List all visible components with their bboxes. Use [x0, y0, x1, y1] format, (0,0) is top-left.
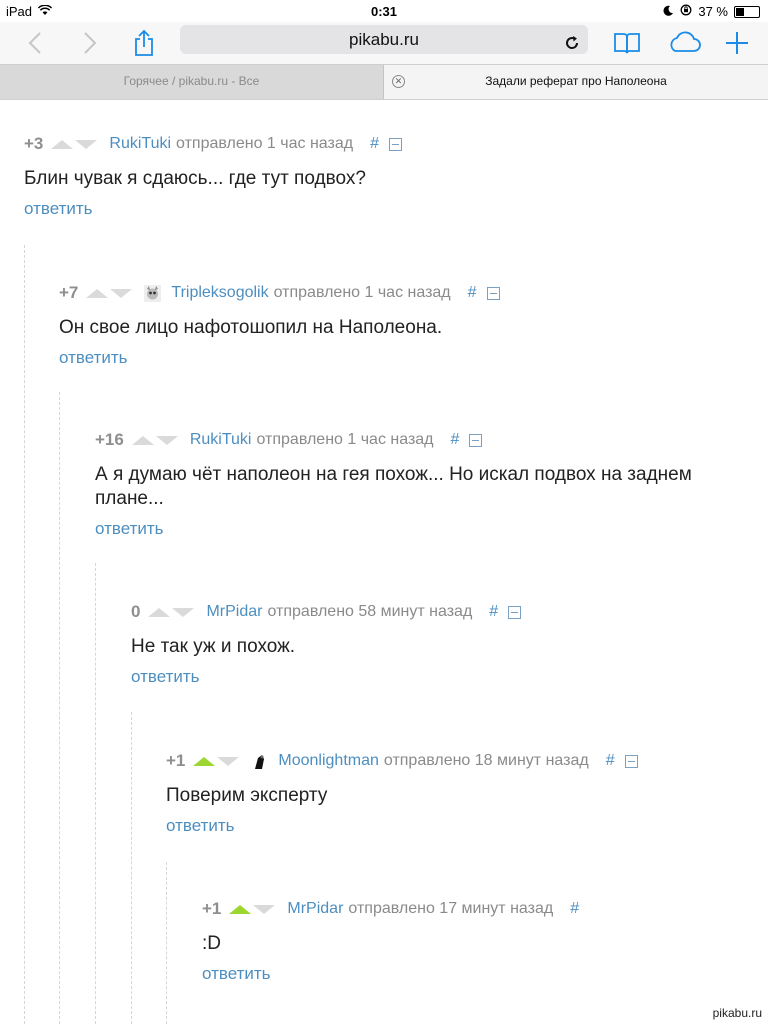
comment-meta: +3 RukiTuki отправлено 1 час назад # — [24, 134, 744, 154]
comment-time: отправлено 1 час назад — [256, 431, 434, 448]
battery-percent: 37 % — [698, 4, 728, 19]
reply-link[interactable]: ответить — [24, 199, 93, 219]
comment-meta: +7 Tripleksogolik отправлено 1 час назад… — [59, 283, 739, 303]
rotation-lock-icon — [680, 4, 692, 19]
reply-link[interactable]: ответить — [95, 519, 164, 539]
comment-permalink[interactable]: # — [606, 752, 615, 770]
comment-rating: +7 — [59, 283, 79, 302]
thread-line — [95, 563, 96, 1024]
upvote-icon[interactable] — [51, 139, 74, 149]
comment-permalink[interactable]: # — [451, 431, 460, 449]
comment-text: Он свое лицо нафотошопил на Наполеона. — [59, 317, 443, 338]
tab-title: Горячее / pikabu.ru - Все — [123, 74, 260, 88]
comment-text: Поверим эксперту — [166, 785, 328, 806]
comment-author[interactable]: MrPidar — [287, 900, 343, 918]
comment-rating: +16 — [95, 430, 124, 449]
thread-line — [59, 392, 60, 1024]
comment-time: отправлено 1 час назад — [273, 284, 451, 301]
comment: +1 Moonlightman отправлено 18 минут наза… — [166, 751, 756, 836]
clock: 0:31 — [370, 4, 398, 19]
avatar[interactable] — [251, 752, 269, 770]
address-text: pikabu.ru — [349, 30, 419, 49]
downvote-icon[interactable] — [75, 139, 98, 149]
comment-permalink[interactable]: # — [570, 900, 579, 918]
comment-author[interactable]: Tripleksogolik — [171, 284, 268, 302]
back-button[interactable] — [20, 22, 50, 64]
collapse-icon[interactable] — [508, 605, 522, 619]
reply-link[interactable]: ответить — [166, 816, 235, 836]
tab-title: Задали реферат про Наполеона — [485, 74, 667, 88]
comment-rating: +1 — [202, 899, 222, 918]
collapse-icon[interactable] — [486, 286, 500, 300]
comment-permalink[interactable]: # — [370, 135, 379, 153]
reply-link[interactable]: ответить — [131, 667, 200, 687]
comment-permalink[interactable]: # — [489, 603, 498, 621]
comment: +7 Tripleksogolik отправлено 1 час назад… — [59, 283, 739, 368]
tab-active[interactable]: ✕ Задали реферат про Наполеона — [384, 65, 768, 99]
downvote-icon[interactable] — [253, 904, 276, 914]
comment-meta: 0 MrPidar отправлено 58 минут назад # — [131, 602, 741, 622]
comment-rating: +1 — [166, 751, 186, 770]
comment-text: :D — [202, 933, 221, 954]
comment: +3 RukiTuki отправлено 1 час назад # Бли… — [24, 134, 744, 219]
reload-icon[interactable] — [564, 31, 580, 60]
comment-meta: +1 Moonlightman отправлено 18 минут наза… — [166, 751, 756, 771]
comment: 0 MrPidar отправлено 58 минут назад # Не… — [131, 602, 741, 687]
close-tab-icon[interactable]: ✕ — [392, 75, 405, 88]
comment: +1 MrPidar отправлено 17 минут назад # :… — [202, 899, 752, 984]
thread-line — [24, 245, 25, 1024]
bookmarks-button[interactable] — [610, 22, 644, 64]
collapse-icon[interactable] — [624, 754, 638, 768]
comment-author[interactable]: RukiTuki — [109, 135, 171, 153]
downvote-icon[interactable] — [110, 288, 133, 298]
comment-text: Не так уж и похож. — [131, 636, 296, 657]
comment: +16 RukiTuki отправлено 1 час назад # А … — [95, 430, 745, 539]
battery-icon — [734, 5, 760, 18]
upvote-icon[interactable] — [148, 607, 171, 617]
comment-permalink[interactable]: # — [468, 284, 477, 302]
icloud-tabs-icon[interactable] — [664, 22, 704, 64]
comment-text: Блин чувак я сдаюсь... где тут подвох? — [24, 168, 366, 189]
tab-bar: Горячее / pikabu.ru - Все ✕ Задали рефер… — [0, 64, 768, 100]
collapse-icon[interactable] — [388, 137, 402, 151]
downvote-icon[interactable] — [155, 435, 178, 445]
downvote-icon[interactable] — [172, 607, 195, 617]
upvote-icon[interactable] — [131, 435, 154, 445]
thread-line — [166, 862, 167, 1024]
reply-link[interactable]: ответить — [202, 964, 271, 984]
address-bar[interactable]: pikabu.ru — [180, 25, 588, 54]
status-bar: iPad 0:31 37 % — [0, 0, 768, 22]
comment-meta: +1 MrPidar отправлено 17 минут назад # — [202, 899, 752, 919]
avatar[interactable] — [144, 284, 162, 302]
thread-line — [131, 712, 132, 1024]
downvote-icon[interactable] — [217, 756, 240, 766]
comment-time: отправлено 1 час назад — [176, 135, 354, 152]
moon-icon — [663, 4, 674, 19]
comment-meta: +16 RukiTuki отправлено 1 час назад # — [95, 430, 745, 450]
upvote-icon[interactable] — [229, 904, 252, 914]
browser-toolbar: pikabu.ru — [0, 22, 768, 64]
comment-text: А я думаю чёт наполеон на гея похож... Н… — [95, 464, 692, 509]
status-right: 37 % — [663, 4, 760, 19]
comment-time: отправлено 17 минут назад — [348, 900, 554, 917]
upvote-icon[interactable] — [193, 756, 216, 766]
comment-rating: +3 — [24, 134, 44, 153]
new-tab-button[interactable] — [722, 22, 752, 64]
share-button[interactable] — [129, 22, 159, 64]
forward-button[interactable] — [75, 22, 105, 64]
tab-hot[interactable]: Горячее / pikabu.ru - Все — [0, 65, 384, 99]
reply-link[interactable]: ответить — [59, 348, 128, 368]
comment-author[interactable]: RukiTuki — [190, 431, 252, 449]
comment-author[interactable]: Moonlightman — [278, 752, 379, 770]
collapse-icon[interactable] — [469, 433, 483, 447]
comment-time: отправлено 58 минут назад — [267, 603, 473, 620]
watermark: pikabu.ru — [712, 1006, 762, 1020]
comment-author[interactable]: MrPidar — [206, 603, 262, 621]
upvote-icon[interactable] — [86, 288, 109, 298]
comment-rating: 0 — [131, 602, 141, 621]
comment-time: отправлено 18 минут назад — [383, 752, 589, 769]
